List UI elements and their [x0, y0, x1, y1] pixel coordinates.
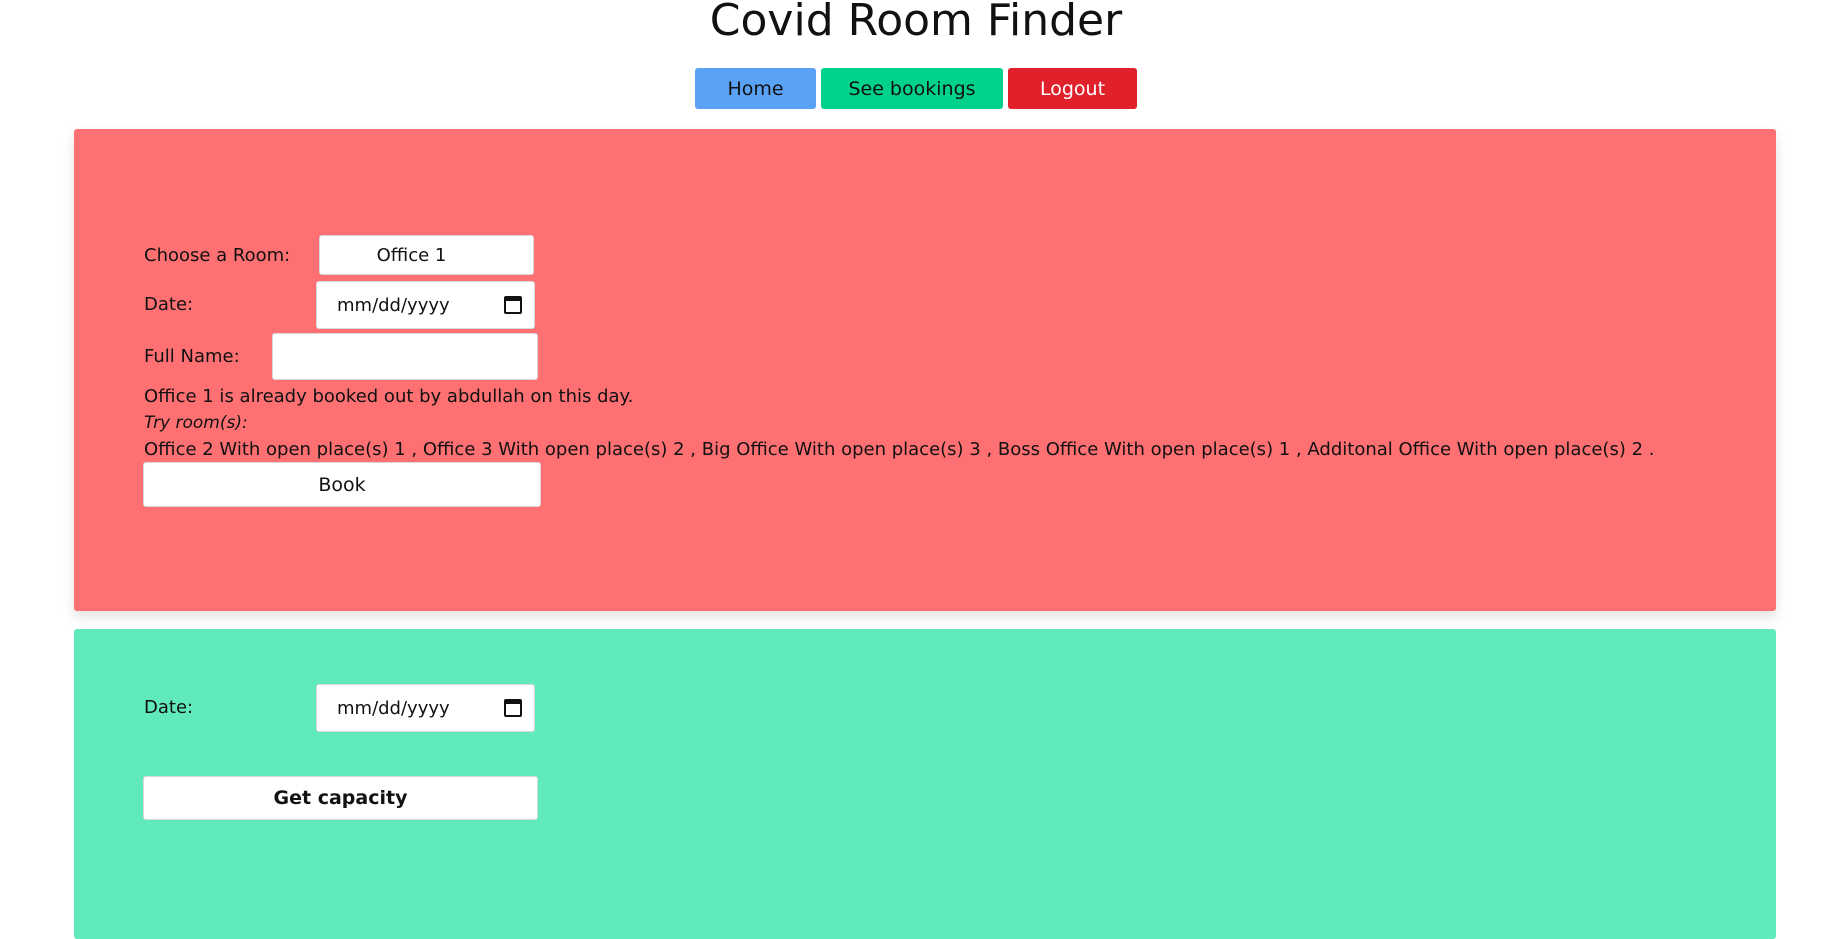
room-label: Choose a Room:	[144, 245, 291, 266]
full-name-label: Full Name:	[144, 346, 240, 367]
booking-date-input[interactable]: mm/dd/yyyy	[316, 281, 535, 329]
capacity-panel: Date: mm/dd/yyyy Get capacity	[74, 629, 1776, 939]
book-button[interactable]: Book	[143, 462, 541, 507]
try-rooms-label: Try room(s):	[144, 413, 248, 433]
see-bookings-button[interactable]: See bookings	[821, 68, 1003, 109]
logout-button[interactable]: Logout	[1008, 68, 1137, 109]
room-select-value: Office 1	[376, 244, 447, 266]
home-button[interactable]: Home	[695, 68, 816, 109]
booking-error-message: Office 1 is already booked out by abdull…	[144, 386, 634, 407]
room-select[interactable]: Office 1	[319, 235, 534, 275]
capacity-date-input[interactable]: mm/dd/yyyy	[316, 684, 535, 732]
room-suggestions: Office 2 With open place(s) 1 , Office 3…	[144, 439, 1655, 460]
full-name-input[interactable]	[272, 333, 538, 380]
page-title: Covid Room Finder	[709, 0, 1123, 46]
calendar-icon[interactable]	[504, 699, 522, 717]
date-placeholder: mm/dd/yyyy	[337, 294, 450, 316]
booking-panel: Choose a Room: Office 1 Date: mm/dd/yyyy…	[74, 129, 1776, 611]
calendar-icon[interactable]	[504, 296, 522, 314]
date-label: Date:	[144, 294, 194, 315]
top-nav: Home See bookings Logout	[0, 68, 1832, 109]
capacity-date-placeholder: mm/dd/yyyy	[337, 697, 450, 719]
capacity-date-label: Date:	[144, 697, 194, 718]
get-capacity-button[interactable]: Get capacity	[143, 776, 538, 820]
